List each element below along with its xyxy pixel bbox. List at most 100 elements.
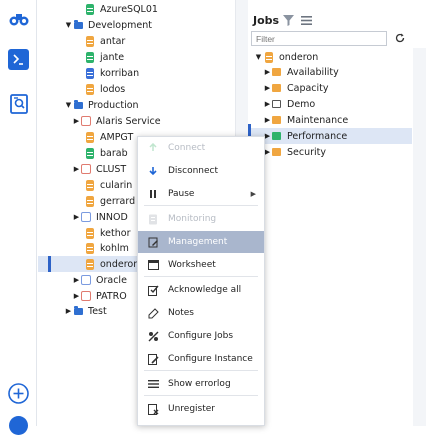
job-root-item[interactable]: ▼ onderon bbox=[248, 49, 412, 65]
job-folder-item[interactable]: ▶ Availability bbox=[248, 64, 412, 80]
configure-instance-icon bbox=[147, 353, 159, 365]
tree-item-label: INNOD bbox=[96, 211, 128, 223]
context-menu: Connect Disconnect Pause ▶ Monitoring Managem… bbox=[137, 136, 265, 426]
tree-item-label: lodos bbox=[100, 83, 126, 95]
menu-item-worksheet[interactable]: Worksheet bbox=[138, 254, 264, 276]
folder-icon bbox=[272, 132, 281, 140]
menu-item-configure-instance[interactable]: Configure Instance bbox=[138, 348, 264, 370]
job-folder-item[interactable]: ▶ Capacity bbox=[248, 80, 412, 96]
disconnect-icon bbox=[147, 165, 159, 177]
management-icon bbox=[147, 236, 159, 248]
cluster-icon bbox=[81, 211, 91, 223]
menu-item-label: Configure Instance bbox=[168, 354, 253, 364]
notes-icon bbox=[147, 307, 159, 319]
tree-item[interactable]: korriban bbox=[38, 65, 235, 81]
jobs-title: Jobs bbox=[253, 14, 280, 27]
expand-arrow-icon[interactable]: ▶ bbox=[72, 276, 81, 284]
database-icon bbox=[85, 242, 95, 254]
tree-item-label: korriban bbox=[100, 67, 140, 79]
binoculars-icon[interactable] bbox=[8, 8, 29, 29]
tree-item[interactable]: ▶ Alaris Service bbox=[38, 113, 235, 129]
tree-item-label: gerrard bbox=[100, 195, 136, 207]
database-icon bbox=[85, 227, 95, 239]
menu-item-label: Pause bbox=[168, 189, 195, 199]
menu-divider bbox=[144, 205, 258, 206]
job-folder-label: Maintenance bbox=[287, 114, 349, 126]
job-folder-item[interactable]: ▶ Maintenance bbox=[248, 112, 412, 128]
expand-arrow-icon[interactable]: ▶ bbox=[263, 100, 272, 108]
menu-divider bbox=[144, 395, 258, 396]
menu-item-show-errorlog[interactable]: Show errorlog bbox=[138, 373, 264, 395]
tree-item[interactable]: lodos bbox=[38, 81, 235, 97]
expand-arrow-icon[interactable]: ▶ bbox=[263, 68, 272, 76]
selection-marker bbox=[48, 256, 51, 272]
terminal-icon[interactable] bbox=[8, 49, 29, 70]
menu-item-disconnect[interactable]: Disconnect bbox=[138, 160, 264, 182]
menu-item-unregister[interactable]: Unregister bbox=[138, 398, 264, 420]
tree-item-label: onderon bbox=[100, 258, 140, 270]
folder-icon bbox=[73, 99, 83, 111]
cluster-icon bbox=[81, 274, 91, 286]
jobs-scrollbar[interactable] bbox=[413, 48, 426, 426]
pause-icon bbox=[147, 188, 159, 200]
filter-input[interactable] bbox=[251, 31, 387, 46]
monitoring-icon bbox=[147, 213, 159, 225]
menu-divider bbox=[144, 276, 258, 277]
expand-arrow-icon[interactable]: ▶ bbox=[72, 117, 81, 125]
job-folder-label: Security bbox=[287, 146, 327, 158]
cluster-icon bbox=[81, 290, 91, 302]
menu-item-monitoring[interactable]: Monitoring bbox=[138, 208, 264, 230]
collapse-arrow-icon[interactable]: ▼ bbox=[64, 21, 73, 29]
expand-arrow-icon[interactable]: ▶ bbox=[263, 116, 272, 124]
menu-item-notes[interactable]: Notes bbox=[138, 302, 264, 324]
errorlog-icon bbox=[147, 378, 159, 390]
job-folder-label: onderon bbox=[279, 51, 319, 63]
folder-icon bbox=[272, 116, 281, 124]
folder-icon bbox=[272, 68, 281, 76]
tree-item-label: barab bbox=[100, 147, 128, 159]
expand-arrow-icon[interactable]: ▶ bbox=[72, 213, 81, 221]
menu-item-configure-jobs[interactable]: Configure Jobs bbox=[138, 325, 264, 347]
unregister-icon bbox=[147, 403, 159, 415]
expand-arrow-icon[interactable]: ▶ bbox=[263, 84, 272, 92]
tree-item[interactable]: AzureSQL01 bbox=[38, 1, 235, 17]
folder-icon bbox=[272, 148, 281, 156]
tree-item[interactable]: jante bbox=[38, 49, 235, 65]
menu-icon[interactable] bbox=[301, 16, 312, 28]
menu-item-pause[interactable]: Pause ▶ bbox=[138, 183, 264, 205]
job-folder-item[interactable]: ▶ Security bbox=[248, 144, 412, 160]
configure-jobs-icon bbox=[147, 330, 159, 342]
menu-item-connect[interactable]: Connect bbox=[138, 137, 264, 159]
menu-item-management[interactable]: Management bbox=[138, 231, 264, 253]
job-folder-item[interactable]: ▶ Demo bbox=[248, 96, 412, 112]
tree-item-label: CLUST bbox=[96, 163, 127, 175]
database-icon bbox=[85, 3, 95, 15]
job-folder-label: Availability bbox=[287, 66, 339, 78]
expand-arrow-icon[interactable]: ▶ bbox=[64, 307, 73, 315]
expand-arrow-icon[interactable]: ▶ bbox=[72, 292, 81, 300]
tree-item-label: cularin bbox=[100, 179, 133, 191]
tree-item[interactable]: ▼ Production bbox=[38, 97, 235, 113]
refresh-icon[interactable] bbox=[395, 33, 405, 46]
report-icon[interactable] bbox=[8, 93, 29, 114]
add-icon[interactable] bbox=[8, 383, 29, 404]
expand-arrow-icon[interactable]: ▶ bbox=[72, 165, 81, 173]
database-icon bbox=[85, 147, 95, 159]
menu-item-label: Disconnect bbox=[168, 166, 218, 176]
collapse-arrow-icon[interactable]: ▼ bbox=[64, 101, 73, 109]
collapse-arrow-icon[interactable]: ▼ bbox=[254, 53, 263, 61]
cluster-icon bbox=[81, 163, 91, 175]
tree-item[interactable]: antar bbox=[38, 33, 235, 49]
tree-item-label: AMPGT bbox=[100, 131, 134, 143]
folder-icon bbox=[73, 19, 83, 31]
job-folder-item[interactable]: ▶ Performance bbox=[248, 128, 412, 144]
filter-icon[interactable] bbox=[283, 15, 294, 29]
menu-item-label: Show errorlog bbox=[168, 379, 231, 389]
worksheet-icon bbox=[147, 259, 159, 271]
menu-item-label: Notes bbox=[168, 308, 194, 318]
menu-item-label: Worksheet bbox=[168, 260, 216, 270]
tree-item[interactable]: ▼ Development bbox=[38, 17, 235, 33]
jobs-panel: Jobs ▼ onderon ▶ Availability ▶ Capacity ▶ Demo… bbox=[248, 0, 426, 426]
menu-item-acknowledge-all[interactable]: Acknowledge all bbox=[138, 279, 264, 301]
icon-rail bbox=[0, 0, 37, 435]
